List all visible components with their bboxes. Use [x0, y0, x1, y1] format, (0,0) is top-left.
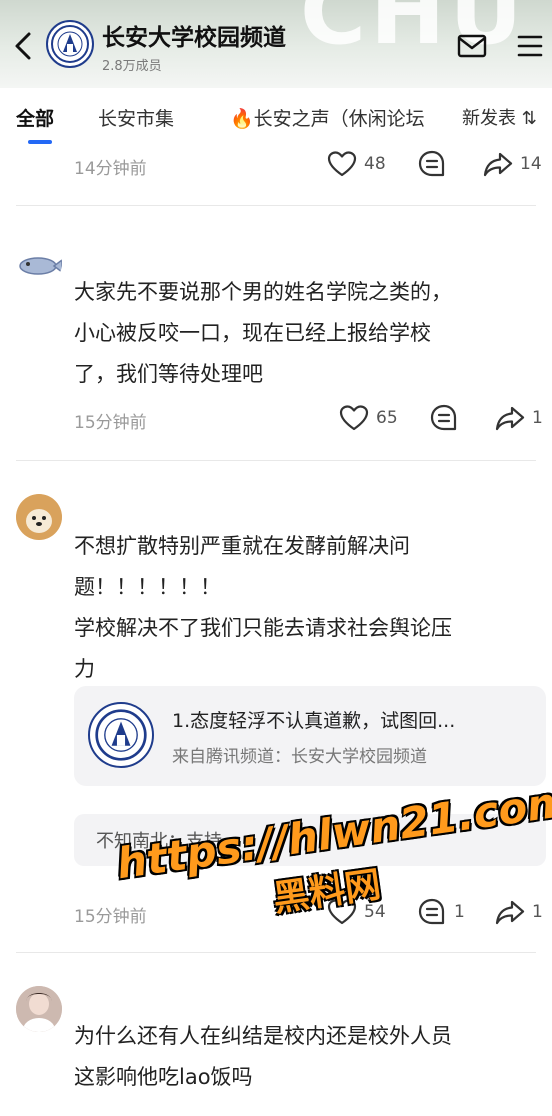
tab-changan-market[interactable]: 长安市集: [98, 104, 174, 131]
quoted-post-card[interactable]: 1.态度轻浮不认真道歉，试图回... 来自腾讯频道：长安大学校园频道: [74, 686, 546, 786]
heart-icon: [327, 151, 357, 177]
quoted-post-source: 来自腾讯频道：长安大学校园频道: [172, 747, 427, 767]
share-count: 1: [532, 408, 543, 428]
quoted-channel-logo: [88, 702, 154, 768]
post-time: 15分钟前: [74, 413, 147, 433]
mail-icon: [457, 34, 487, 58]
post-body: 为什么还有人在纠结是校内还是校外人员 这影响他吃lao饭吗: [74, 1016, 544, 1098]
reply-text: 不知南北：支持: [96, 831, 222, 852]
like-button[interactable]: 65: [338, 402, 398, 434]
post-time: 14分钟前: [74, 159, 147, 179]
avatar[interactable]: [16, 494, 62, 540]
comment-button[interactable]: 1: [416, 896, 465, 928]
chevron-left-icon: [15, 32, 31, 60]
channel-title: 长安大学校园频道: [102, 25, 286, 51]
channel-header: CHU 长安大学校园频道 2.8万成员: [0, 0, 552, 88]
post-text-line: 学校解决不了我们只能去请求社会舆论压: [74, 616, 452, 640]
post-text-line: 不想扩散特别严重就在发酵前解决问: [74, 534, 410, 558]
share-count: 1: [532, 902, 543, 922]
heart-icon: [327, 899, 357, 925]
post-meta-row: 15分钟前 54 1 1: [0, 894, 552, 934]
channel-logo[interactable]: [46, 20, 94, 68]
like-button[interactable]: 48: [326, 148, 386, 180]
active-tab-indicator: [28, 140, 52, 144]
quoted-post-title: 1.态度轻浮不认真道歉，试图回...: [172, 710, 456, 732]
header-background-lettering: CHU: [300, 0, 527, 65]
share-button[interactable]: 1: [494, 402, 543, 434]
menu-button[interactable]: [516, 32, 544, 60]
tab-changan-voice[interactable]: 🔥长安之声（休闲论坛: [230, 104, 425, 131]
like-count: 54: [364, 902, 386, 922]
post-body: 不想扩散特别严重就在发酵前解决问 题！！！！！！ 学校解决不了我们只能去请求社会…: [74, 526, 544, 690]
comment-icon: [418, 898, 445, 925]
post-divider: [16, 952, 536, 953]
like-count: 48: [364, 154, 386, 174]
tab-all[interactable]: 全部: [16, 104, 54, 131]
post-body: 大家先不要说那个男的姓名学院之类的， 小心被反咬一口，现在已经上报给学校 了，我…: [74, 272, 544, 395]
comment-button[interactable]: [416, 148, 448, 180]
post-divider: [16, 205, 536, 206]
avatar[interactable]: [16, 240, 62, 286]
comment-icon: [430, 404, 457, 431]
university-emblem-icon: [51, 25, 89, 63]
post-text-line: 题！！！！！！: [74, 575, 221, 599]
university-emblem-icon: [95, 709, 147, 761]
comment-count: 1: [454, 902, 465, 922]
member-count: 2.8万成员: [102, 59, 162, 74]
hamburger-menu-icon: [517, 35, 543, 57]
person-avatar-icon: [16, 986, 62, 1032]
fish-avatar-icon: [19, 257, 62, 275]
post-text-line: 力: [74, 657, 95, 681]
tab-bar: 全部 长安市集 🔥长安之声（休闲论坛 新发表 ⇅: [0, 88, 552, 146]
back-button[interactable]: [10, 28, 36, 64]
post-meta-row: 15分钟前 65 1: [0, 400, 552, 440]
share-icon: [495, 900, 525, 925]
share-icon: [483, 152, 513, 177]
post-text-line: 这影响他吃lao饭吗: [74, 1065, 253, 1089]
heart-icon: [339, 405, 369, 431]
share-button[interactable]: 1: [494, 896, 543, 928]
share-count: 14: [520, 154, 542, 174]
dog-avatar-icon: [16, 494, 62, 540]
post-text-line: 小心被反咬一口，现在已经上报给学校: [74, 321, 431, 345]
avatar[interactable]: [16, 986, 62, 1032]
like-count: 65: [376, 408, 398, 428]
tab-newest-sort[interactable]: 新发表 ⇅: [462, 104, 537, 130]
post-time: 15分钟前: [74, 907, 147, 927]
post-meta-row: 14分钟前 48 14: [0, 146, 552, 186]
comment-button[interactable]: [428, 402, 460, 434]
post-text-line: 大家先不要说那个男的姓名学院之类的，: [74, 280, 452, 304]
post-divider: [16, 460, 536, 461]
post-text-line: 了，我们等待处理吧: [74, 362, 263, 386]
share-button[interactable]: 14: [482, 148, 542, 180]
like-button[interactable]: 54: [326, 896, 386, 928]
mail-button[interactable]: [456, 32, 488, 60]
post-text-line: 为什么还有人在纠结是校内还是校外人员: [74, 1024, 452, 1048]
share-icon: [495, 406, 525, 431]
reply-preview[interactable]: 不知南北：支持: [74, 814, 546, 866]
comment-icon: [418, 150, 445, 177]
